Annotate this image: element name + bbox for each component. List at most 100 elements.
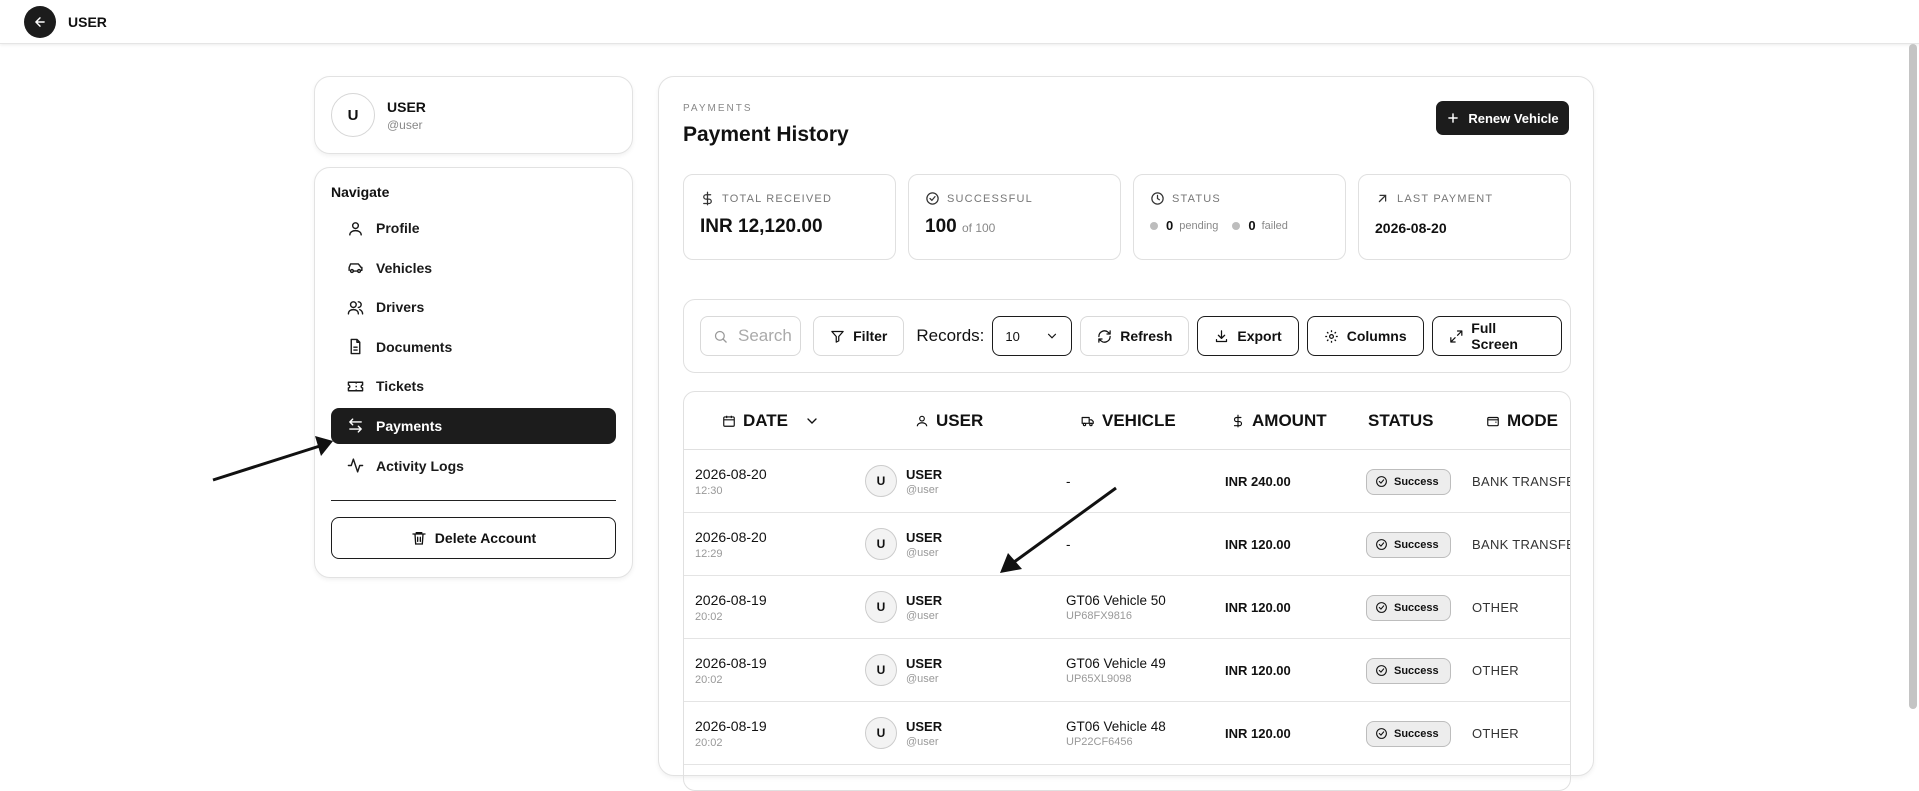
export-button[interactable]: Export (1197, 316, 1299, 356)
section-eyebrow: PAYMENTS (683, 103, 753, 114)
column-header-label: VEHICLE (1102, 411, 1176, 430)
full-screen-button[interactable]: Full Screen (1431, 316, 1562, 356)
status-badge: Success (1366, 720, 1451, 747)
navigation-card: Navigate Profile Vehicles Drivers Docume… (314, 167, 633, 578)
payment-amount: INR 120.00 (1225, 726, 1291, 741)
table-row[interactable]: 2026-08-19 20:02 U USER @user GT06 Vehicle 48… (684, 702, 1570, 765)
arrow-left-icon (35, 16, 45, 27)
table-row[interactable]: 2026-08-19 20:02 U USER @user GT06 Vehicle 49… (684, 639, 1570, 702)
check-circle-icon (1376, 602, 1387, 613)
column-header-status[interactable]: STATUS (1368, 392, 1433, 450)
table-row[interactable]: 2026-08-19 20:02 U USER @user GT06 Vehicle 50… (684, 576, 1570, 639)
delete-account-button[interactable]: Delete Account (331, 516, 616, 559)
dollar-icon (703, 191, 712, 206)
vehicle-name: GT06 Vehicle 50 (1066, 593, 1166, 608)
column-header-amount[interactable]: AMOUNT (1231, 392, 1327, 450)
status-label: Success (1394, 538, 1439, 551)
renew-vehicle-button[interactable]: Renew Vehicle (1436, 101, 1569, 135)
avatar: U (331, 93, 375, 137)
pending-label: pending (1179, 219, 1219, 232)
expand-icon (1449, 329, 1463, 343)
column-header-vehicle[interactable]: VEHICLE (1081, 392, 1176, 450)
payment-amount: INR 120.00 (1225, 537, 1291, 552)
status-label: Success (1394, 475, 1439, 488)
sidebar-item-label: Tickets (376, 378, 424, 395)
payment-date: 2026-08-19 (695, 655, 767, 671)
table-toolbar: Filter Records: 10 Refresh Export Column… (683, 299, 1571, 373)
user-name: USER (906, 593, 943, 608)
arrow-up-right-icon (1378, 194, 1387, 203)
payment-mode: BANK TRANSFER (1472, 537, 1570, 552)
check-circle-icon (1376, 539, 1387, 550)
table-row[interactable]: 2026-08-20 12:30 U USER @user - INR 240.00 Succ… (684, 450, 1570, 513)
back-button[interactable] (24, 5, 56, 38)
filter-button[interactable]: Filter (813, 316, 905, 356)
plus-icon (1448, 113, 1459, 123)
avatar: U (865, 528, 897, 560)
wallet-icon (1487, 416, 1499, 427)
arrows-left-right-icon (349, 418, 362, 434)
trash-icon (412, 531, 426, 545)
sidebar-item-tickets[interactable]: Tickets (331, 368, 616, 404)
gear-icon (1324, 329, 1338, 343)
sidebar-item-profile[interactable]: Profile (331, 210, 616, 246)
payment-time: 12:29 (695, 548, 723, 560)
nav-divider (331, 499, 616, 501)
payment-amount: INR 120.00 (1225, 600, 1291, 615)
payments-table: DATE USER VEHICLE AMOUNT STATUS MODE 202… (683, 391, 1571, 791)
top-bar-title: USER (68, 13, 107, 30)
sidebar-item-documents[interactable]: Documents (331, 329, 616, 365)
status-badge: Success (1366, 531, 1451, 558)
sidebar-item-label: Vehicles (376, 259, 433, 276)
search-input[interactable] (738, 326, 798, 346)
users-icon (347, 300, 364, 315)
table-header: DATE USER VEHICLE AMOUNT STATUS MODE (684, 392, 1570, 450)
stat-of: of 100 (961, 221, 996, 235)
column-header-user[interactable]: USER (915, 392, 983, 450)
table-row[interactable]: 2026-08-20 12:29 U USER @user - INR 120.00 Succ… (684, 513, 1570, 576)
column-header-label: USER (936, 411, 984, 430)
payment-mode: OTHER (1472, 726, 1519, 741)
car-icon (348, 263, 363, 274)
column-header-mode[interactable]: MODE (1486, 392, 1558, 450)
failed-count: 0 (1248, 218, 1256, 233)
payment-time: 20:02 (695, 674, 723, 686)
columns-button[interactable]: Columns (1306, 316, 1424, 356)
sidebar-item-activity-logs[interactable]: Activity Logs (331, 448, 616, 484)
failed-dot (1232, 221, 1241, 230)
page-title: Payment History (683, 123, 849, 146)
refresh-label: Refresh (1120, 328, 1173, 344)
status-label: Success (1394, 601, 1439, 614)
sidebar-item-drivers[interactable]: Drivers (331, 289, 616, 325)
payment-date: 2026-08-19 (695, 592, 767, 608)
activity-icon (347, 458, 364, 473)
column-header-date[interactable]: DATE (722, 392, 820, 450)
stat-value: INR 12,120.00 (700, 216, 823, 237)
nav-heading: Navigate (331, 184, 390, 200)
scrollbar[interactable] (1909, 44, 1917, 709)
columns-label: Columns (1346, 328, 1407, 344)
vehicle-plate: UP22CF6456 (1066, 736, 1133, 748)
vehicle-plate: UP65XL9098 (1066, 673, 1132, 685)
vehicle-name: GT06 Vehicle 48 (1066, 719, 1166, 734)
sidebar-item-payments[interactable]: Payments (331, 407, 616, 444)
avatar: U (865, 591, 897, 623)
column-header-label: MODE (1507, 411, 1558, 430)
payment-time: 20:02 (695, 737, 723, 749)
records-select[interactable]: 10 (992, 316, 1073, 356)
vehicle-plate: UP68FX9816 (1066, 610, 1133, 622)
search-box[interactable] (700, 316, 802, 356)
payment-mode: OTHER (1472, 600, 1519, 615)
pending-dot (1150, 221, 1158, 230)
sidebar-item-label: Activity Logs (376, 457, 464, 474)
sidebar-item-label: Drivers (376, 299, 425, 316)
avatar: U (865, 654, 897, 686)
sidebar-item-vehicles[interactable]: Vehicles (331, 250, 616, 286)
status-label: Success (1394, 664, 1439, 677)
truck-icon (1081, 416, 1094, 427)
stat-status: STATUS 0 pending 0 failed (1133, 174, 1346, 260)
user-handle: @user (906, 610, 939, 622)
profile-handle: @user (387, 117, 423, 132)
refresh-button[interactable]: Refresh (1080, 316, 1190, 356)
status-badge: Success (1366, 657, 1451, 684)
